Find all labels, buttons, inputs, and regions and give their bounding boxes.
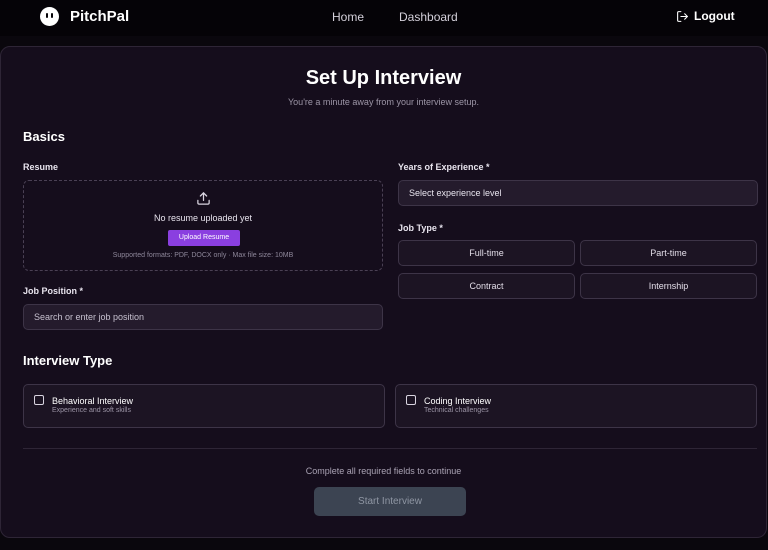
page-subtitle: You're a minute away from your interview… <box>288 97 479 107</box>
option-description: Technical challenges <box>424 407 489 414</box>
logout-label: Logout <box>694 9 735 23</box>
job-position-label: Job Position * <box>23 286 84 296</box>
job-position-input[interactable]: Search or enter job position <box>23 304 383 330</box>
interview-type-heading: Interview Type <box>23 353 113 368</box>
brand-name: PitchPal <box>70 8 130 25</box>
job-type-label: Job Type * <box>398 223 443 233</box>
experience-select[interactable]: Select experience level <box>398 180 758 206</box>
logout-button[interactable]: Logout <box>676 9 735 23</box>
resume-dropzone[interactable]: No resume uploaded yet Upload Resume Sup… <box>23 180 383 271</box>
ghost-face-icon <box>40 7 59 26</box>
navbar: PitchPal Home Dashboard Logout <box>0 0 768 36</box>
interview-option-behavioral[interactable]: Behavioral Interview Experience and soft… <box>23 384 385 428</box>
upload-hint: Supported formats: PDF, DOCX only · Max … <box>112 252 294 259</box>
page-title: Set Up Interview <box>305 67 462 89</box>
upload-status: No resume uploaded yet <box>153 213 253 223</box>
nav-links: Home Dashboard <box>332 10 458 24</box>
basics-heading: Basics <box>23 129 65 144</box>
nav-link-dashboard[interactable]: Dashboard <box>399 10 458 24</box>
divider <box>23 448 757 449</box>
logout-icon <box>677 10 688 22</box>
job-type-contract[interactable]: Contract <box>398 273 575 299</box>
experience-label: Years of Experience * <box>398 162 490 172</box>
resume-label: Resume <box>23 162 59 172</box>
option-name: Coding Interview <box>424 396 492 406</box>
coding-checkbox[interactable] <box>406 395 416 405</box>
upload-resume-button[interactable]: Upload Resume <box>168 230 240 246</box>
option-name: Behavioral Interview <box>52 396 134 406</box>
job-type-full-time[interactable]: Full-time <box>398 240 575 266</box>
job-type-internship[interactable]: Internship <box>580 273 757 299</box>
nav-link-home[interactable]: Home <box>332 10 364 24</box>
setup-card: Set Up Interview You're a minute away fr… <box>0 46 767 538</box>
interview-option-coding[interactable]: Coding Interview Technical challenges <box>395 384 757 428</box>
footer-note: Complete all required fields to continue <box>305 466 462 476</box>
behavioral-checkbox[interactable] <box>34 395 44 405</box>
brand-logo[interactable]: PitchPal <box>40 7 129 26</box>
start-interview-button[interactable]: Start Interview <box>314 487 466 516</box>
job-type-part-time[interactable]: Part-time <box>580 240 757 266</box>
upload-icon <box>197 192 210 205</box>
option-description: Experience and soft skills <box>52 407 131 414</box>
